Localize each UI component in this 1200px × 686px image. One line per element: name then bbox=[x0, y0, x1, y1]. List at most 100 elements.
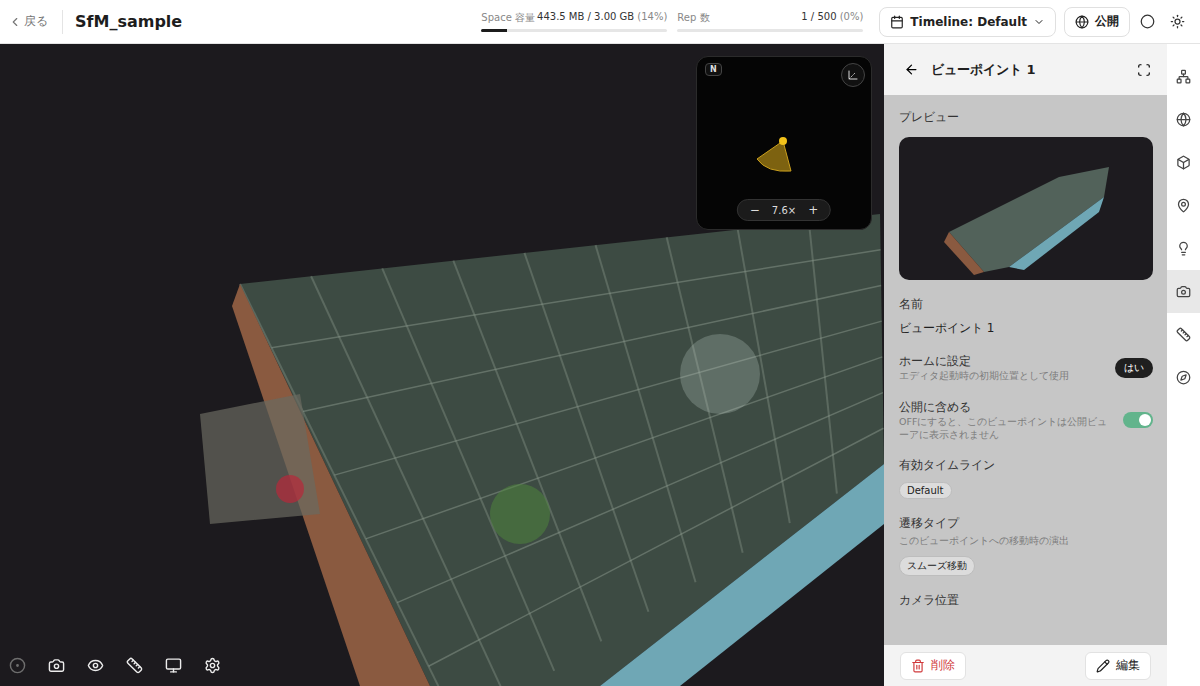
zoom-level: 7.6× bbox=[772, 205, 796, 216]
tool-button[interactable] bbox=[48, 657, 65, 674]
viewport[interactable]: N − 7.6× + bbox=[0, 44, 884, 686]
ruler-icon bbox=[1176, 327, 1191, 342]
panel-field: 有効タイムライン Default bbox=[899, 457, 1153, 499]
meter-label: Rep 数 bbox=[677, 11, 709, 25]
rail-button[interactable] bbox=[1167, 141, 1200, 184]
camera-icon bbox=[48, 657, 65, 674]
rail-button[interactable] bbox=[1167, 270, 1200, 313]
preview-image bbox=[899, 137, 1153, 280]
timeline-dropdown[interactable]: Timeline: Default bbox=[879, 7, 1056, 37]
top-bar: 戻る SfM_sample Space 容量443.5 MB / 3.00 GB (… bbox=[0, 0, 1200, 44]
field-value: ビューポイント 1 bbox=[899, 320, 1153, 337]
trash-icon bbox=[911, 659, 925, 673]
field-label: プレビュー bbox=[899, 109, 1153, 126]
field-hint: エディタ起動時の初期位置として使用 bbox=[899, 370, 1069, 383]
meter-track bbox=[481, 29, 667, 32]
rail-button[interactable] bbox=[1167, 184, 1200, 227]
meter-track bbox=[677, 29, 863, 32]
camera-cone-icon bbox=[753, 133, 797, 179]
eye-icon bbox=[87, 657, 104, 674]
rail-button[interactable] bbox=[1167, 227, 1200, 270]
map-pin-icon bbox=[1176, 198, 1191, 213]
sun-icon bbox=[1170, 14, 1185, 29]
axis-icon bbox=[847, 69, 859, 81]
tool-button[interactable] bbox=[87, 657, 104, 674]
zoom-control: − 7.6× + bbox=[737, 199, 831, 221]
side-rail bbox=[1167, 44, 1200, 686]
rail-button[interactable] bbox=[1167, 313, 1200, 356]
network-icon bbox=[1176, 69, 1191, 84]
panel-field: 名前ビューポイント 1 bbox=[899, 296, 1153, 337]
chevron-left-icon bbox=[8, 15, 22, 29]
meter-fill bbox=[481, 29, 507, 32]
field-label: ホームに設定 bbox=[899, 353, 1069, 370]
tool-button[interactable] bbox=[126, 657, 143, 674]
gear-icon bbox=[204, 657, 221, 674]
main: N−7.6×+ビューポイント 1プレビュー名前ビューポイント 1ホームに設定エデ… bbox=[0, 44, 1200, 686]
minimap[interactable]: N − 7.6× + bbox=[696, 56, 872, 230]
ruler-icon bbox=[126, 657, 143, 674]
field-hint: このビューポイントへの移動時の演出 bbox=[899, 535, 1153, 548]
orbit-icon bbox=[9, 657, 26, 674]
back-button[interactable]: 戻る bbox=[8, 10, 63, 34]
monitor-icon bbox=[165, 657, 182, 674]
panel-footer: 削除 編集 bbox=[884, 645, 1167, 686]
panel-field: 公開に含めるOFFにすると、このビューポイントは公開ビューアに表示されません bbox=[899, 399, 1153, 442]
field-label: 有効タイムライン bbox=[899, 457, 1153, 474]
panel-title: ビューポイント 1 bbox=[931, 61, 1125, 79]
panel-field: 遷移タイプこのビューポイントへの移動時の演出スムーズ移動 bbox=[899, 515, 1153, 576]
panel-field: カメラ位置 bbox=[899, 592, 1153, 609]
rail-button[interactable] bbox=[1167, 356, 1200, 399]
publish-button[interactable]: 公開 bbox=[1064, 7, 1130, 37]
panel-body: プレビュー名前ビューポイント 1 ホームに設定エディタ起動時の初期位置として使用 は… bbox=[884, 95, 1167, 645]
preview-field: プレビュー bbox=[899, 109, 1153, 280]
tool-button[interactable] bbox=[9, 657, 26, 674]
panel-field: ホームに設定エディタ起動時の初期位置として使用 はい bbox=[899, 353, 1153, 383]
public-toggle[interactable] bbox=[1123, 412, 1153, 428]
edit-button[interactable]: 編集 bbox=[1085, 652, 1151, 680]
cube-icon bbox=[1176, 155, 1191, 170]
status-button[interactable] bbox=[1134, 9, 1160, 35]
circle-icon bbox=[1140, 14, 1155, 29]
globe-icon bbox=[1176, 112, 1191, 127]
rail-button[interactable] bbox=[1167, 98, 1200, 141]
focus-icon[interactable] bbox=[1137, 63, 1151, 77]
meter-reading: 1 / 500 (0%) bbox=[801, 11, 863, 25]
field-label: 公開に含める bbox=[899, 399, 1115, 416]
project-title: SfM_sample bbox=[75, 12, 182, 31]
preview-scene-icon bbox=[899, 137, 1153, 280]
field-hint: OFFにすると、このビューポイントは公開ビューアに表示されません bbox=[899, 416, 1115, 442]
app: 戻る SfM_sample Space 容量443.5 MB / 3.00 GB (… bbox=[0, 0, 1200, 686]
rail-button[interactable] bbox=[1167, 55, 1200, 98]
home-badge[interactable]: はい bbox=[1115, 358, 1153, 378]
calendar-icon bbox=[890, 15, 904, 29]
field-label: カメラ位置 bbox=[899, 592, 1153, 609]
tool-button[interactable] bbox=[204, 657, 221, 674]
field-label: 名前 bbox=[899, 296, 1153, 313]
field-chip: Default bbox=[899, 482, 952, 499]
theme-button[interactable] bbox=[1164, 9, 1190, 35]
pencil-icon bbox=[1096, 659, 1110, 673]
panel-header: ビューポイント 1 bbox=[884, 44, 1167, 95]
compass-icon bbox=[1176, 370, 1191, 385]
viewport-toolbar bbox=[9, 657, 221, 674]
usage-meters: Space 容量443.5 MB / 3.00 GB (14%) Rep 数 1 /… bbox=[481, 11, 863, 32]
usage-meter: Rep 数 1 / 500 (0%) bbox=[677, 11, 863, 32]
globe-icon bbox=[1075, 15, 1089, 29]
chevron-down-icon bbox=[1033, 16, 1045, 28]
zoom-out-button[interactable]: − bbox=[750, 203, 760, 217]
meter-reading: 443.5 MB / 3.00 GB (14%) bbox=[537, 11, 667, 25]
arrow-left-icon[interactable] bbox=[904, 62, 919, 77]
bulb-icon bbox=[1176, 241, 1191, 256]
field-label: 遷移タイプ bbox=[899, 515, 1153, 532]
tool-button[interactable] bbox=[165, 657, 182, 674]
field-chip: スムーズ移動 bbox=[899, 556, 975, 576]
delete-button[interactable]: 削除 bbox=[900, 652, 966, 680]
usage-meter: Space 容量443.5 MB / 3.00 GB (14%) bbox=[481, 11, 667, 32]
axis-button[interactable] bbox=[841, 63, 865, 87]
meter-label: Space 容量 bbox=[481, 11, 535, 25]
camera-icon bbox=[1176, 284, 1191, 299]
zoom-in-button[interactable]: + bbox=[808, 203, 818, 217]
viewpoint-panel: ビューポイント 1プレビュー名前ビューポイント 1ホームに設定エディタ起動時の初… bbox=[884, 44, 1167, 686]
north-badge: N bbox=[705, 63, 722, 76]
